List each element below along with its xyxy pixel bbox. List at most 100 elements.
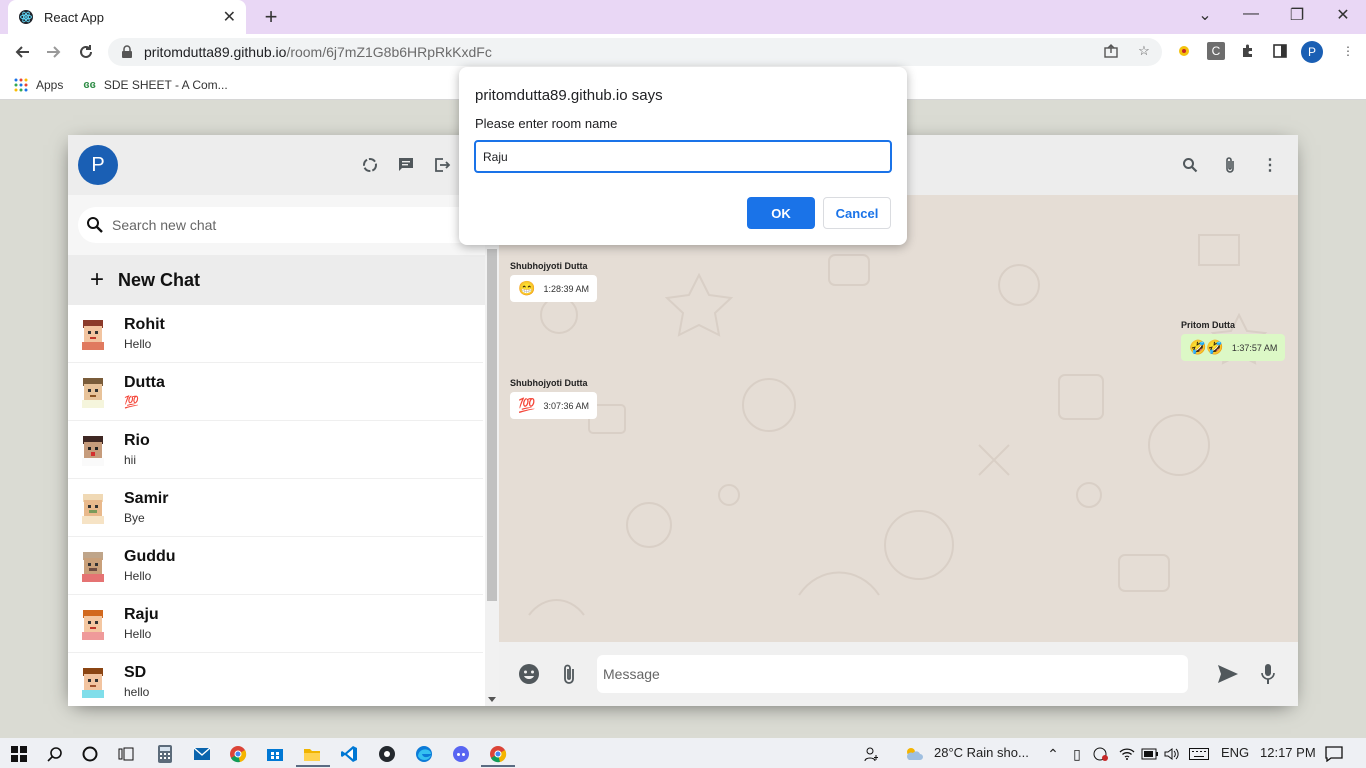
extension-icon[interactable] <box>1175 42 1193 60</box>
bookmark-sde-sheet[interactable]: ɞɞ SDE SHEET - A Com... <box>83 78 227 92</box>
attach-file-icon[interactable] <box>557 662 581 686</box>
calculator-icon[interactable] <box>154 743 176 765</box>
reload-icon[interactable] <box>74 40 98 64</box>
chrome-running-icon[interactable] <box>487 743 509 765</box>
profile-avatar[interactable]: P <box>1301 41 1323 63</box>
extension-c-icon[interactable]: C <box>1207 42 1225 60</box>
apps-grid-icon <box>14 78 28 91</box>
chat-last-message: Bye <box>124 511 145 525</box>
chat-name: Rio <box>124 432 150 449</box>
bookmark-label: Apps <box>36 77 64 92</box>
minimize-icon[interactable]: — <box>1236 5 1266 23</box>
windows-taskbar: 28°C Rain sho... ⌃ ▯ ENG 12:17 PM <box>0 738 1366 768</box>
cortana-icon[interactable] <box>79 743 101 765</box>
pixel-avatar-icon <box>82 435 104 466</box>
weather-icon[interactable] <box>903 743 925 765</box>
user-avatar[interactable]: P <box>78 145 118 185</box>
file-explorer-icon[interactable] <box>301 743 323 765</box>
address-bar[interactable]: pritomdutta89.github.io/room/6j7mZ1G8b6H… <box>108 38 1162 66</box>
browser-tab[interactable]: React App ✕ <box>8 0 246 34</box>
logout-icon[interactable] <box>432 155 452 175</box>
language-indicator[interactable]: ENG <box>1221 745 1249 760</box>
task-view-icon[interactable] <box>115 743 137 765</box>
message-input[interactable] <box>597 655 1188 693</box>
message-bubble: 💯 3:07:36 AM <box>510 392 597 419</box>
restore-icon[interactable]: ❐ <box>1282 5 1312 25</box>
scroll-down-arrow-icon[interactable] <box>488 697 496 702</box>
chat-list-item[interactable]: SD hello <box>68 653 483 706</box>
microphone-icon[interactable] <box>1256 662 1280 686</box>
vscode-icon[interactable] <box>338 743 360 765</box>
chat-list-item[interactable]: Dutta 💯 <box>68 363 483 421</box>
weather-text[interactable]: 28°C Rain sho... <box>934 745 1029 760</box>
scrollbar-thumb[interactable] <box>487 249 497 601</box>
chat-menu-icon[interactable]: ⋮ <box>1260 155 1280 175</box>
keyboard-icon[interactable] <box>1188 743 1210 765</box>
battery-icon[interactable] <box>1139 743 1161 765</box>
back-icon[interactable] <box>10 40 34 64</box>
cancel-button[interactable]: Cancel <box>823 197 891 229</box>
message-sent: Pritom Dutta 🤣🤣 1:37:57 AM <box>1181 320 1286 361</box>
chrome-icon[interactable] <box>227 743 249 765</box>
attach-icon[interactable] <box>1220 155 1240 175</box>
github-desktop-icon[interactable] <box>376 743 398 765</box>
new-chat-message-icon[interactable] <box>396 155 416 175</box>
side-panel-icon[interactable] <box>1271 42 1289 60</box>
browser-tab-strip: React App ✕ + ⌄ — ❐ ✕ <box>0 0 1366 34</box>
forward-icon[interactable] <box>42 40 66 64</box>
chat-last-message: Hello <box>124 569 152 583</box>
mail-icon[interactable] <box>191 743 213 765</box>
chat-list-item[interactable]: Raju Hello <box>68 595 483 653</box>
emoji-picker-icon[interactable] <box>517 662 541 686</box>
discord-icon[interactable] <box>450 743 472 765</box>
bookmark-apps[interactable]: Apps <box>14 78 63 92</box>
share-icon[interactable] <box>1101 41 1121 61</box>
search-icon <box>84 214 106 236</box>
close-window-icon[interactable]: ✕ <box>1328 5 1358 25</box>
ok-button[interactable]: OK <box>747 197 815 229</box>
extensions-puzzle-icon[interactable] <box>1239 42 1257 60</box>
volume-icon[interactable] <box>1161 743 1183 765</box>
wifi-icon[interactable] <box>1116 743 1138 765</box>
chat-list-item[interactable]: Rio hii <box>68 421 483 479</box>
search-input[interactable] <box>112 217 452 233</box>
plus-icon: + <box>90 266 105 293</box>
bookmark-star-icon[interactable]: ☆ <box>1134 41 1154 61</box>
status-icon[interactable] <box>360 155 380 175</box>
chat-list-item[interactable]: Samir Bye <box>68 479 483 537</box>
notification-center-icon[interactable] <box>1323 743 1345 765</box>
chat-list-scrollbar[interactable] <box>485 245 499 706</box>
new-tab-icon[interactable]: + <box>260 4 282 30</box>
message-time: 1:37:57 AM <box>1231 342 1278 353</box>
chat-footer <box>499 642 1298 706</box>
room-name-input[interactable] <box>474 140 892 173</box>
tab-search-chevron-icon[interactable]: ⌄ <box>1190 5 1220 25</box>
windows-start-icon[interactable] <box>8 743 30 765</box>
sidebar-search <box>68 195 499 255</box>
tab-close-icon[interactable]: ✕ <box>223 7 236 27</box>
pixel-avatar-icon <box>82 609 104 640</box>
clock[interactable]: 12:17 PM <box>1260 745 1316 760</box>
message-bubble: 🤣🤣 1:37:57 AM <box>1181 334 1286 361</box>
store-icon[interactable] <box>264 743 286 765</box>
browser-menu-icon[interactable]: ⋮ <box>1339 42 1357 60</box>
url-host: pritomdutta89.github.io <box>144 44 287 60</box>
new-chat-button[interactable]: + New Chat <box>68 255 499 305</box>
people-icon[interactable] <box>861 743 883 765</box>
chat-name: Dutta <box>124 374 165 391</box>
react-logo-icon <box>19 10 33 24</box>
chat-list-item[interactable]: Rohit Hello <box>68 305 483 363</box>
search-taskbar-icon[interactable] <box>44 743 66 765</box>
send-icon[interactable] <box>1216 662 1240 686</box>
chat-search-icon[interactable] <box>1180 155 1200 175</box>
lock-icon <box>122 45 132 58</box>
tray-app-icon[interactable] <box>1090 743 1112 765</box>
show-hidden-icons-chevron-icon[interactable]: ⌃ <box>1042 743 1064 765</box>
gfg-icon: ɞɞ <box>83 78 96 91</box>
battery-saver-icon[interactable]: ▯ <box>1066 743 1088 765</box>
url-path: /room/6j7mZ1G8b6HRpRkKxdFc <box>286 44 492 60</box>
chat-list-item[interactable]: Guddu Hello <box>68 537 483 595</box>
pixel-avatar-icon <box>82 319 104 350</box>
edge-icon[interactable] <box>413 743 435 765</box>
browser-toolbar: pritomdutta89.github.io/room/6j7mZ1G8b6H… <box>0 34 1366 70</box>
